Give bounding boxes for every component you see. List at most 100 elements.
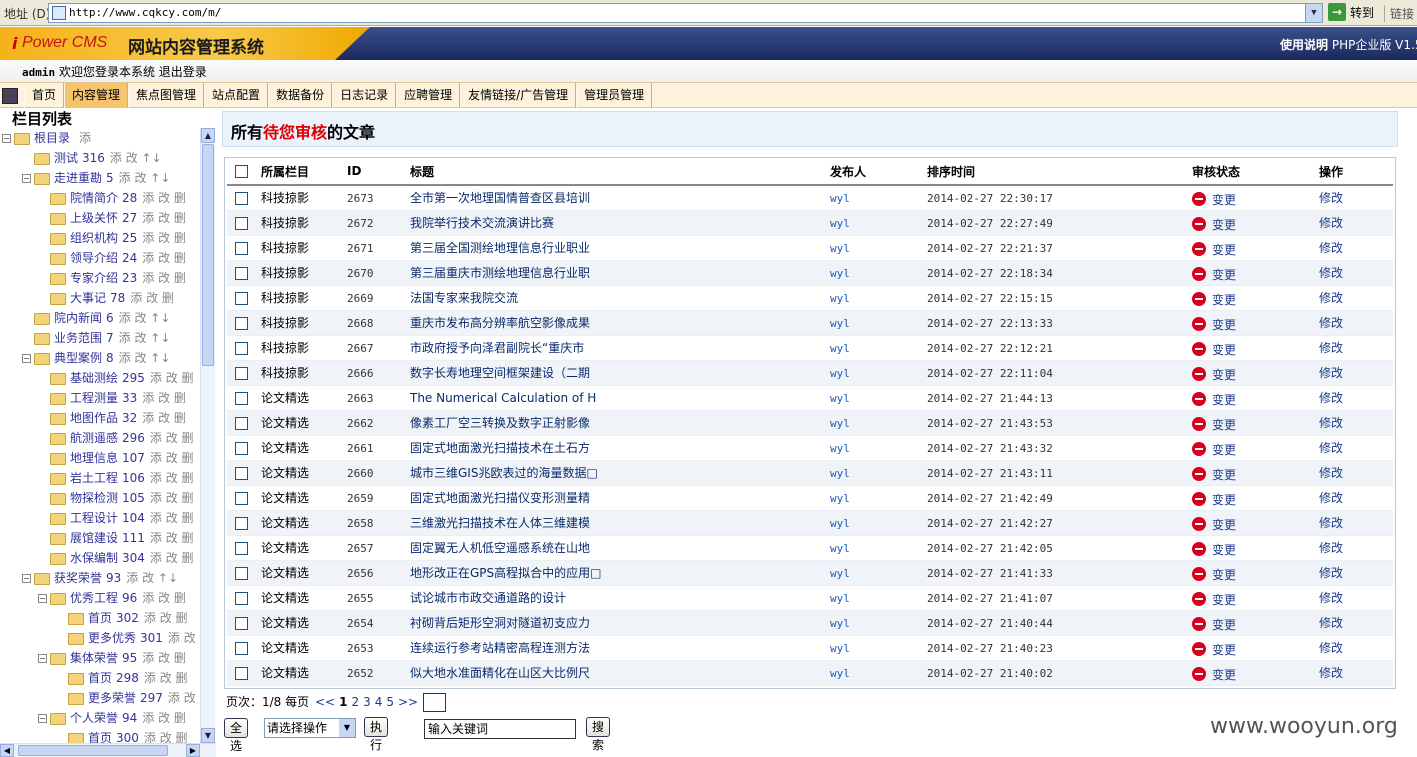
- tree-item[interactable]: 水保编制 304 添 改 删: [38, 548, 194, 568]
- tree-item-ops[interactable]: 添 改 删: [144, 611, 188, 625]
- menu-toggle-icon[interactable]: [2, 88, 18, 104]
- keyword-input[interactable]: 输入关键词: [424, 719, 576, 739]
- go-button[interactable]: → 转到: [1328, 3, 1374, 23]
- tree-item[interactable]: − 集体荣誉 95 添 改 删: [38, 648, 186, 668]
- tree-item[interactable]: 地图作品 32 添 改 删: [38, 408, 186, 428]
- tree-item[interactable]: − 优秀工程 96 添 改 删: [38, 588, 186, 608]
- tree-item-label[interactable]: 物探检测: [70, 491, 118, 505]
- tree-item-ops[interactable]: 添 改 ↑↓: [119, 351, 171, 365]
- row-checkbox[interactable]: [235, 366, 248, 380]
- nav-tab[interactable]: 日志记录: [332, 83, 397, 108]
- tree-item[interactable]: 领导介绍 24 添 改 删: [38, 248, 186, 268]
- page-link[interactable]: 4: [375, 695, 383, 709]
- tree-item[interactable]: 院内新闻 6 添 改 ↑↓: [22, 308, 170, 328]
- sidebar-vertical-scrollbar[interactable]: ▲ ▼: [200, 128, 215, 743]
- tree-item[interactable]: 地理信息 107 添 改 删: [38, 448, 194, 468]
- row-author[interactable]: wyl: [830, 592, 850, 605]
- row-author[interactable]: wyl: [830, 442, 850, 455]
- collapse-icon[interactable]: −: [22, 354, 31, 363]
- tree-item-ops[interactable]: 添 改 删: [142, 411, 186, 425]
- tree-item-label[interactable]: 院情简介: [70, 191, 118, 205]
- row-title[interactable]: 三维激光扫描技术在人体三维建模: [410, 516, 590, 530]
- row-title[interactable]: 固定翼无人机低空遥感系统在山地: [410, 541, 590, 555]
- tree-item-label[interactable]: 获奖荣誉: [54, 571, 102, 585]
- tree-item-ops[interactable]: 添 改 删: [144, 731, 188, 743]
- tree-item-label[interactable]: 领导介绍: [70, 251, 118, 265]
- change-status-link[interactable]: 变更: [1212, 543, 1236, 557]
- edit-link[interactable]: 修改: [1319, 566, 1343, 580]
- edit-link[interactable]: 修改: [1319, 641, 1343, 655]
- edit-link[interactable]: 修改: [1319, 241, 1343, 255]
- tree-item-label[interactable]: 更多优秀: [88, 631, 136, 645]
- row-title[interactable]: 像素工厂空三转换及数字正射影像: [410, 416, 590, 430]
- row-title[interactable]: 连续运行参考站精密高程连测方法: [410, 641, 590, 655]
- tree-item-label[interactable]: 个人荣誉: [70, 711, 118, 725]
- tree-item-ops[interactable]: 添 改 删: [150, 451, 194, 465]
- tree-item-label[interactable]: 地理信息: [70, 451, 118, 465]
- row-checkbox[interactable]: [235, 666, 248, 680]
- tree-item-label[interactable]: 基础测绘: [70, 371, 118, 385]
- row-title[interactable]: 试论城市市政交通道路的设计: [410, 591, 566, 605]
- tree-item-label[interactable]: 展馆建设: [70, 531, 118, 545]
- tree-item[interactable]: 专家介绍 23 添 改 删: [38, 268, 186, 288]
- row-title[interactable]: 固定式地面激光扫描仪变形测量精: [410, 491, 590, 505]
- change-status-link[interactable]: 变更: [1212, 243, 1236, 257]
- row-checkbox[interactable]: [235, 391, 248, 405]
- tree-item[interactable]: 岩土工程 106 添 改 删: [38, 468, 194, 488]
- tree-item-ops[interactable]: 添 改 删: [142, 271, 186, 285]
- row-title[interactable]: 城市三维GIS兆欧表过的海量数据□: [410, 466, 598, 480]
- row-author[interactable]: wyl: [830, 217, 850, 230]
- page-jump-input[interactable]: [423, 693, 447, 712]
- change-status-link[interactable]: 变更: [1212, 643, 1236, 657]
- tree-item-label[interactable]: 院内新闻: [54, 311, 102, 325]
- logout-link[interactable]: 退出登录: [159, 65, 207, 79]
- edit-link[interactable]: 修改: [1319, 466, 1343, 480]
- tree-item[interactable]: 首页 298 添 改 删: [56, 668, 188, 688]
- edit-link[interactable]: 修改: [1319, 316, 1343, 330]
- edit-link[interactable]: 修改: [1319, 541, 1343, 555]
- execute-button[interactable]: 执行: [364, 717, 389, 752]
- row-title[interactable]: 数字长寿地理空间框架建设（二期: [410, 366, 590, 380]
- change-status-link[interactable]: 变更: [1212, 318, 1236, 332]
- page-link[interactable]: 5: [386, 695, 394, 709]
- nav-tab[interactable]: 数据备份: [268, 83, 333, 108]
- row-author[interactable]: wyl: [830, 567, 850, 580]
- change-status-link[interactable]: 变更: [1212, 343, 1236, 357]
- change-status-link[interactable]: 变更: [1212, 618, 1236, 632]
- tree-item[interactable]: − 根目录添: [2, 128, 91, 148]
- scroll-right-icon[interactable]: ▶: [186, 744, 200, 757]
- change-status-link[interactable]: 变更: [1212, 368, 1236, 382]
- tree-item-ops[interactable]: 添 改 删: [144, 671, 188, 685]
- scroll-down-icon[interactable]: ▼: [201, 728, 215, 743]
- collapse-icon[interactable]: −: [38, 594, 47, 603]
- tree-item-ops[interactable]: 添 改 删: [142, 231, 186, 245]
- row-checkbox[interactable]: [235, 641, 248, 655]
- edit-link[interactable]: 修改: [1319, 291, 1343, 305]
- page-link[interactable]: 1: [339, 695, 347, 709]
- edit-link[interactable]: 修改: [1319, 266, 1343, 280]
- row-author[interactable]: wyl: [830, 517, 850, 530]
- edit-link[interactable]: 修改: [1319, 591, 1343, 605]
- edit-link[interactable]: 修改: [1319, 441, 1343, 455]
- tree-item[interactable]: 更多优秀 301 添 改: [56, 628, 196, 648]
- tree-item-label[interactable]: 业务范围: [54, 331, 102, 345]
- row-checkbox[interactable]: [235, 216, 248, 230]
- nav-tab[interactable]: 内容管理: [64, 83, 129, 108]
- tree-item-label[interactable]: 专家介绍: [70, 271, 118, 285]
- url-input[interactable]: http://www.cqkcy.com/m/ ▼: [48, 3, 1323, 23]
- row-author[interactable]: wyl: [830, 292, 850, 305]
- row-author[interactable]: wyl: [830, 367, 850, 380]
- edit-link[interactable]: 修改: [1319, 366, 1343, 380]
- row-title[interactable]: 衬砌背后矩形空洞对隧道初支应力: [410, 616, 590, 630]
- edit-link[interactable]: 修改: [1319, 666, 1343, 680]
- change-status-link[interactable]: 变更: [1212, 493, 1236, 507]
- scroll-up-icon[interactable]: ▲: [201, 128, 215, 143]
- row-author[interactable]: wyl: [830, 417, 850, 430]
- row-author[interactable]: wyl: [830, 267, 850, 280]
- edit-link[interactable]: 修改: [1319, 516, 1343, 530]
- scroll-left-icon[interactable]: ◀: [0, 744, 14, 757]
- tree-item-label[interactable]: 水保编制: [70, 551, 118, 565]
- tree-item-label[interactable]: 测试: [54, 151, 78, 165]
- nav-tab[interactable]: 焦点图管理: [128, 83, 205, 108]
- row-checkbox[interactable]: [235, 316, 248, 330]
